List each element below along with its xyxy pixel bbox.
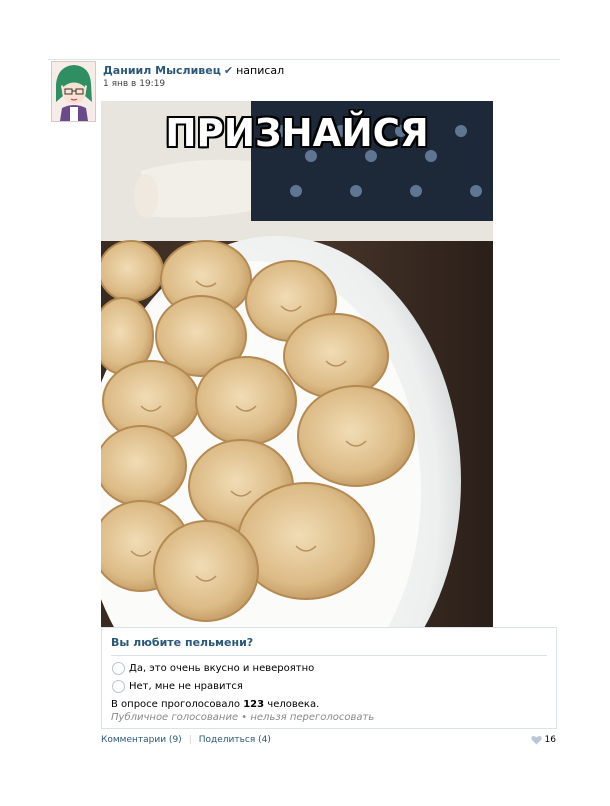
verified-check-icon: ✔ [223,64,234,77]
post-date[interactable]: 1 янв в 19:19 [103,79,563,89]
post-footer: Комментарии (9) | Поделиться (4) 16 [101,735,556,745]
comments-link[interactable]: Комментарии (9) [101,735,182,745]
post-header: Даниил Мысливец ✔ написал 1 янв в 19:19 [103,64,563,89]
heart-icon [530,735,542,745]
poll-divider [111,655,547,656]
poll-vote-number: 123 [243,699,265,710]
like-button[interactable]: 16 [530,735,556,745]
photo-caption: ПРИЗНАЙСЯ [165,111,429,155]
author-link[interactable]: Даниил Мысливец [103,64,221,77]
share-link[interactable]: Поделиться (4) [199,735,271,745]
poll-option-2[interactable]: Нет, мне не нравится [112,680,243,693]
poll-option-1[interactable]: Да, это очень вкусно и невероятно [112,662,314,675]
radio-icon[interactable] [112,662,125,675]
radio-icon[interactable] [112,680,125,693]
poll-note: Публичное голосование • нельзя переголос… [111,712,375,723]
poll-option-label: Да, это очень вкусно и невероятно [129,663,315,674]
poll-vote-count: В опросе проголосовало 123 человека. [111,699,319,710]
poll-question: Вы любите пельмени? [111,636,254,649]
poll-vote-prefix: В опросе проголосовало [111,699,241,710]
poll-vote-suffix: человека. [267,699,320,710]
post-action-text: написал [236,64,285,77]
footer-separator: | [188,735,192,745]
avatar[interactable] [51,61,96,122]
post-photo[interactable]: ПРИЗНАЙСЯ [101,101,493,627]
author-row: Даниил Мысливец ✔ написал [103,64,563,78]
post-top-divider [48,59,560,60]
poll-option-label: Нет, мне не нравится [129,681,243,692]
like-count: 16 [544,735,556,745]
poll: Вы любите пельмени? Да, это очень вкусно… [101,627,557,729]
avatar-image [52,62,95,121]
dumplings-photo [101,101,493,627]
